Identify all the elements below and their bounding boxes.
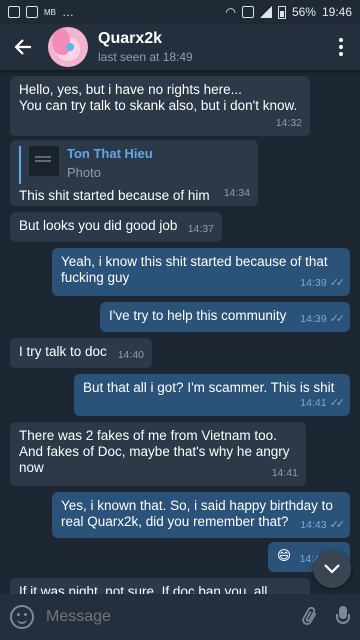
signal-icon (259, 6, 272, 18)
notification-icon (8, 6, 20, 18)
message-text: You can try talk to skank also, but i do… (19, 98, 298, 113)
emoji-icon[interactable] (10, 605, 34, 629)
message-outgoing[interactable]: Yeah, i know this shit started because o… (52, 248, 350, 296)
chat-title: Quarx2k (98, 30, 163, 47)
message-incoming[interactable]: If it was night, not sure. If doc ban yo… (10, 578, 310, 594)
clock: 19:46 (321, 5, 352, 19)
back-arrow-icon[interactable] (6, 30, 40, 64)
double-check-icon: ✓✓ (329, 519, 346, 531)
message-text: real Quarx2k, did you remember that? (61, 514, 289, 529)
message-time: 14:41 (271, 467, 298, 479)
message-outgoing[interactable]: But that all i got? I'm scammer. This is… (74, 374, 350, 416)
message-input[interactable] (46, 608, 298, 626)
battery-percent: 56% (291, 5, 316, 19)
double-check-icon: ✓✓ (329, 313, 346, 325)
chevron-down-icon (324, 564, 340, 574)
last-seen: last seen at 18:49 (98, 50, 193, 64)
chat-title-block[interactable]: Quarx2k last seen at 18:49 (98, 30, 193, 64)
message-text: And fakes of Doc, maybe that's why he an… (19, 444, 290, 459)
reply-kind: Photo (67, 165, 101, 180)
message-incoming[interactable]: I try talk to doc 14:40 (10, 338, 152, 368)
message-time: 14:41 ✓✓ (300, 397, 346, 409)
more-notifications-icon: … (62, 5, 74, 19)
double-check-icon: ✓✓ (329, 277, 346, 289)
microphone-icon[interactable] (336, 606, 350, 628)
message-text: This shit started because of him (19, 188, 210, 203)
message-text: Yes, i known that. So, i said happy birt… (61, 498, 333, 513)
sim-icon (241, 6, 254, 18)
image-icon (26, 6, 38, 18)
message-time: 14:39 ✓✓ (300, 313, 346, 325)
message-text: fucking guy (61, 270, 130, 285)
reply-preview[interactable]: Ton That Hieu Photo (19, 146, 249, 184)
message-text: But looks you did good job (19, 218, 178, 233)
message-time: 14:32 (275, 117, 302, 129)
message-text: But that all i got? I'm scammer. This is… (83, 380, 335, 395)
message-time: 14:43 ✓✓ (300, 519, 346, 531)
more-vertical-icon[interactable] (328, 30, 354, 64)
message-text: now (19, 460, 44, 475)
message-time: 14:34 (223, 187, 250, 199)
reply-bar (19, 146, 21, 184)
message-incoming[interactable]: Ton That Hieu Photo This shit started be… (10, 140, 258, 206)
battery-icon (277, 5, 286, 19)
message-outgoing[interactable]: I've try to help this community 14:39 ✓✓ (100, 302, 350, 332)
message-time: 14:39 ✓✓ (300, 277, 346, 289)
message-text: Yeah, i know this shit started because o… (61, 254, 328, 269)
message-list: Hello, yes, but i have no rights here...… (0, 70, 360, 594)
wifi-icon: ◠ (225, 5, 236, 19)
message-outgoing[interactable]: Yes, i known that. So, i said happy birt… (52, 492, 350, 538)
message-time: 14:37 (187, 223, 214, 235)
reply-author: Ton That Hieu (67, 146, 153, 161)
message-text: Hello, yes, but i have no rights here... (19, 82, 242, 97)
status-bar: MB … ◠ 56% 19:46 (0, 0, 360, 24)
double-check-icon: ✓✓ (329, 397, 346, 409)
message-text: There was 2 fakes of me from Vietnam too… (19, 428, 277, 443)
chat-header: Quarx2k last seen at 18:49 (0, 24, 360, 70)
message-incoming[interactable]: There was 2 fakes of me from Vietnam too… (10, 422, 306, 486)
message-input-bar (0, 594, 360, 640)
paperclip-icon[interactable] (298, 605, 322, 629)
scroll-down-button[interactable] (313, 550, 351, 588)
message-incoming[interactable]: Hello, yes, but i have no rights here...… (10, 76, 310, 136)
message-time: 14:40 (117, 349, 144, 361)
message-text: If it was night, not sure. If doc ban yo… (19, 584, 268, 594)
mb-label: MB (44, 7, 56, 17)
message-incoming[interactable]: But looks you did good job 14:37 (10, 212, 222, 242)
avatar[interactable] (48, 27, 88, 67)
photo-thumbnail (29, 146, 59, 176)
